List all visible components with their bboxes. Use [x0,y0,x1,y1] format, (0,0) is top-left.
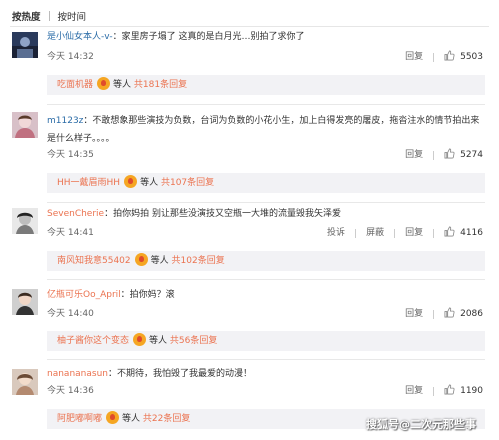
reply-button[interactable]: 回复 [403,148,425,162]
comment-username[interactable]: 亿瓶可乐Oo_April [47,290,121,300]
comment-body: m1123z：不敢想象那些演技为负数，台词为负数的小花小生，加上白得发亮的屠皮，… [47,112,485,148]
comment-meta: 今天 14:36 回复 1190 [47,384,485,398]
avatar[interactable] [12,112,38,138]
reply-count-link[interactable]: 共181条回复 [134,80,187,90]
thumbs-up-icon [444,50,455,61]
divider [47,104,485,105]
comment-meta: 今天 14:41 投诉 屏蔽 回复 4116 [47,226,485,240]
avatar[interactable] [12,32,38,58]
reply-mid-text: 等人 [140,178,159,188]
fan-badge-icon [124,175,138,188]
like-button[interactable]: 1190 [442,384,485,398]
sort-by-heat-tab[interactable]: 按热度 [12,9,41,23]
thumbs-up-icon [444,307,455,318]
comment-text: ：拍你妈？滚 [120,290,175,300]
like-button[interactable]: 2086 [442,307,485,321]
comment-meta: 今天 14:32 回复 5503 [47,50,485,64]
comment-text: ：不敢想象那些演技为负数，台词为负数的小花小生，加上白得发亮的屠皮，拖沓注水的情… [47,116,480,144]
thumbs-up-icon [444,384,455,395]
like-count: 1190 [460,386,483,396]
divider [47,359,485,360]
thumbs-up-icon [444,226,455,237]
reply-summary[interactable]: HH一戴眉雨HH 等人 共107条回复 [47,173,485,193]
reply-summary[interactable]: 柚子酱你这个变态 等人 共56条回复 [47,331,485,351]
like-button[interactable]: 5274 [442,148,485,162]
sort-bar: 按热度 按时间 [12,9,86,23]
comment-username[interactable]: SevenCherie [47,209,104,219]
watermark: 搜狐号@二次元那些事 [366,418,476,431]
like-count: 2086 [460,309,483,319]
reply-summary[interactable]: 南风知我意55402 等人 共102条回复 [47,251,485,271]
comment-time: 今天 14:40 [47,309,94,319]
divider [47,279,485,280]
reply-mid-text: 等人 [122,414,141,424]
reply-username[interactable]: 柚子酱你这个变态 [57,336,129,346]
comment-text: ：拍你妈拍 别让那些没演技又空瓶一大堆的流量毁我矢泽爱 [104,209,341,219]
reply-username[interactable]: 阿肥嘟啊嘟 [57,414,102,424]
reply-mid-text: 等人 [149,336,168,346]
reply-count-link[interactable]: 共107条回复 [161,178,214,188]
like-button[interactable]: 5503 [442,50,485,64]
comment-username[interactable]: m1123z [47,116,83,126]
block-button[interactable]: 屏蔽 [364,226,386,240]
like-count: 5503 [460,52,483,62]
sort-by-time-tab[interactable]: 按时间 [58,9,87,23]
sort-divider-line [10,26,489,27]
sort-divider [48,11,50,21]
avatar[interactable] [12,208,38,234]
avatar[interactable] [12,369,38,395]
reply-username[interactable]: 吃面机器 [57,80,93,90]
avatar[interactable] [12,289,38,315]
reply-summary[interactable]: 吃面机器 等人 共181条回复 [47,75,485,95]
reply-count-link[interactable]: 共22条回复 [143,414,190,424]
comment-username[interactable]: nanananasun [47,369,108,379]
reply-mid-text: 等人 [113,80,132,90]
divider [47,202,485,203]
reply-button[interactable]: 回复 [403,50,425,64]
comment-body: 是小仙女本人-v-：家里房子塌了 这真的是白月光…别拍了求你了 [47,30,485,44]
comment-body: SevenCherie：拍你妈拍 别让那些没演技又空瓶一大堆的流量毁我矢泽爱 [47,207,485,221]
fan-badge-icon [97,77,111,90]
comment-body: nanananasun：不期待，我怕毁了我最爱的动漫！ [47,367,485,381]
comment-text: ：不期待，我怕毁了我最爱的动漫！ [107,369,252,379]
comment-meta: 今天 14:40 回复 2086 [47,307,485,321]
fan-badge-icon [134,253,148,266]
reply-username[interactable]: 南风知我意55402 [57,256,131,266]
like-button[interactable]: 4116 [442,226,485,240]
comment-username[interactable]: 是小仙女本人-v- [47,32,113,42]
comment-body: 亿瓶可乐Oo_April：拍你妈？滚 [47,288,485,302]
like-count: 5274 [460,150,483,160]
fan-badge-icon [133,333,147,346]
reply-button[interactable]: 回复 [403,384,425,398]
reply-button[interactable]: 回复 [403,307,425,321]
comment-time: 今天 14:41 [47,228,94,238]
comment-meta: 今天 14:35 回复 5274 [47,148,485,162]
fan-badge-icon [106,411,120,424]
comment-time: 今天 14:36 [47,386,94,396]
report-button[interactable]: 投诉 [325,226,347,240]
reply-username[interactable]: HH一戴眉雨HH [57,178,120,188]
reply-count-link[interactable]: 共56条回复 [170,336,217,346]
comment-text: ：家里房子塌了 这真的是白月光…别拍了求你了 [112,32,305,42]
reply-mid-text: 等人 [150,256,169,266]
comment-time: 今天 14:35 [47,150,94,160]
thumbs-up-icon [444,148,455,159]
reply-button[interactable]: 回复 [403,226,425,240]
comment-time: 今天 14:32 [47,52,94,62]
like-count: 4116 [460,228,483,238]
reply-count-link[interactable]: 共102条回复 [172,256,225,266]
